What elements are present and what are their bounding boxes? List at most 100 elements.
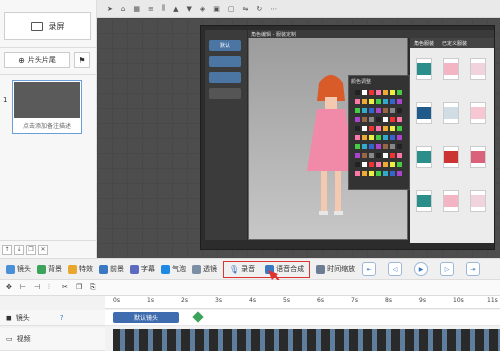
move-up-icon[interactable]: ↑	[2, 244, 12, 255]
timeline-ruler[interactable]: 0s 1s 2s 3s 4s 5s 6s 7s 8s 9s 10s 11s	[105, 296, 500, 309]
head-tail-button[interactable]: ⊕ 片头片尾	[4, 52, 70, 68]
play-icon[interactable]: ▶	[414, 262, 428, 276]
color-swatch[interactable]	[397, 153, 402, 158]
color-swatch[interactable]	[376, 108, 381, 113]
grid-icon[interactable]: ▦	[133, 5, 140, 13]
copy-clip-icon[interactable]: ❐	[76, 283, 82, 291]
slide-caption[interactable]: 点击添加备注描述	[14, 121, 80, 130]
color-swatch[interactable]	[355, 144, 360, 149]
costume-item[interactable]	[443, 58, 459, 80]
next-scene-icon[interactable]: ⇥	[466, 262, 480, 276]
color-swatch[interactable]	[390, 171, 395, 176]
layer-up-icon[interactable]: ▲	[173, 5, 178, 13]
tool-foreground[interactable]: 前景	[97, 261, 126, 277]
color-swatch[interactable]	[355, 99, 360, 104]
color-swatch[interactable]	[383, 153, 388, 158]
split-icon[interactable]: ⫶	[48, 283, 50, 292]
ungroup-icon[interactable]: ▢	[228, 5, 235, 13]
costume-item[interactable]	[470, 102, 486, 124]
color-swatch[interactable]	[355, 117, 360, 122]
color-swatch[interactable]	[362, 117, 367, 122]
tab-defined-costume[interactable]: 已定义服装	[442, 40, 467, 47]
color-swatch[interactable]	[355, 171, 360, 176]
color-swatch[interactable]	[397, 144, 402, 149]
color-swatch[interactable]	[390, 117, 395, 122]
color-swatch[interactable]	[397, 135, 402, 140]
costume-item[interactable]	[416, 58, 432, 80]
costume-item[interactable]	[470, 58, 486, 80]
color-swatch[interactable]	[369, 171, 374, 176]
layer-down-icon[interactable]: ▼	[186, 5, 191, 13]
color-swatch[interactable]	[383, 135, 388, 140]
align-right-icon[interactable]: ⊣	[34, 283, 40, 291]
color-swatch[interactable]	[383, 126, 388, 131]
camera-clip[interactable]: 默认镜头	[113, 312, 179, 323]
color-swatch[interactable]	[376, 162, 381, 167]
color-swatch[interactable]	[362, 162, 367, 167]
color-swatch[interactable]	[390, 162, 395, 167]
color-swatch[interactable]	[362, 171, 367, 176]
color-swatch[interactable]	[362, 108, 367, 113]
lock-icon[interactable]: ◈	[200, 5, 205, 13]
slide-thumbnail[interactable]: 点击添加备注描述	[12, 80, 82, 134]
help-icon[interactable]: ?	[60, 314, 64, 322]
color-palette[interactable]: 颜色调整	[348, 75, 410, 190]
tool-bubble[interactable]: 气泡	[159, 261, 188, 277]
align-icon[interactable]: ≡	[148, 5, 154, 13]
costume-item[interactable]	[443, 102, 459, 124]
color-swatch[interactable]	[362, 99, 367, 104]
tool-background[interactable]: 背景	[35, 261, 64, 277]
color-swatch[interactable]	[355, 153, 360, 158]
color-swatch[interactable]	[355, 162, 360, 167]
tool-camera[interactable]: 镜头	[4, 261, 33, 277]
delete-icon[interactable]: ✕	[38, 244, 48, 255]
color-swatch[interactable]	[362, 135, 367, 140]
tool-caption[interactable]: 字幕	[128, 261, 157, 277]
color-swatch[interactable]	[390, 99, 395, 104]
costume-item[interactable]	[443, 190, 459, 212]
home-icon[interactable]: ⌂	[121, 5, 125, 13]
tool-lens[interactable]: 透镜	[190, 261, 219, 277]
color-swatch[interactable]	[397, 90, 402, 95]
align-left-icon[interactable]: ⊢	[20, 283, 26, 291]
color-swatch[interactable]	[390, 126, 395, 131]
color-swatch[interactable]	[369, 126, 374, 131]
color-swatch[interactable]	[383, 108, 388, 113]
distribute-icon[interactable]: ⫼	[162, 4, 165, 13]
step-back-icon[interactable]: ◁	[388, 262, 402, 276]
paste-icon[interactable]: ⎘	[90, 283, 96, 292]
color-swatch[interactable]	[390, 144, 395, 149]
color-swatch[interactable]	[397, 162, 402, 167]
group-icon[interactable]: ▣	[213, 5, 220, 13]
color-swatch[interactable]	[383, 99, 388, 104]
costume-item[interactable]	[470, 190, 486, 212]
color-swatch[interactable]	[383, 162, 388, 167]
color-swatch[interactable]	[390, 135, 395, 140]
color-swatch[interactable]	[369, 108, 374, 113]
color-swatch[interactable]	[376, 126, 381, 131]
more-icon[interactable]: ⋯	[270, 5, 277, 13]
tab-costume[interactable]: 角色服装	[414, 40, 434, 47]
color-swatch[interactable]	[362, 90, 367, 95]
color-swatch[interactable]	[355, 108, 360, 113]
record-button[interactable]: 录屏	[4, 12, 91, 40]
color-swatch[interactable]	[369, 90, 374, 95]
color-swatch[interactable]	[390, 153, 395, 158]
tool-effect[interactable]: 特效	[66, 261, 95, 277]
color-swatch[interactable]	[397, 108, 402, 113]
color-swatch[interactable]	[376, 135, 381, 140]
template-icon[interactable]: ⚑	[74, 52, 90, 68]
color-swatch[interactable]	[376, 117, 381, 122]
color-swatch[interactable]	[355, 126, 360, 131]
snap-icon[interactable]: ✥	[6, 283, 12, 291]
color-swatch[interactable]	[362, 144, 367, 149]
panel-button[interactable]	[209, 88, 241, 99]
step-forward-icon[interactable]: ▷	[440, 262, 454, 276]
prev-scene-icon[interactable]: ⇤	[362, 262, 376, 276]
color-swatch[interactable]	[376, 153, 381, 158]
color-swatch[interactable]	[376, 90, 381, 95]
tool-time-scale[interactable]: 时间缩放	[314, 261, 357, 277]
color-swatch[interactable]	[369, 99, 374, 104]
costume-item[interactable]	[416, 146, 432, 168]
rotate-icon[interactable]: ↻	[256, 5, 262, 13]
